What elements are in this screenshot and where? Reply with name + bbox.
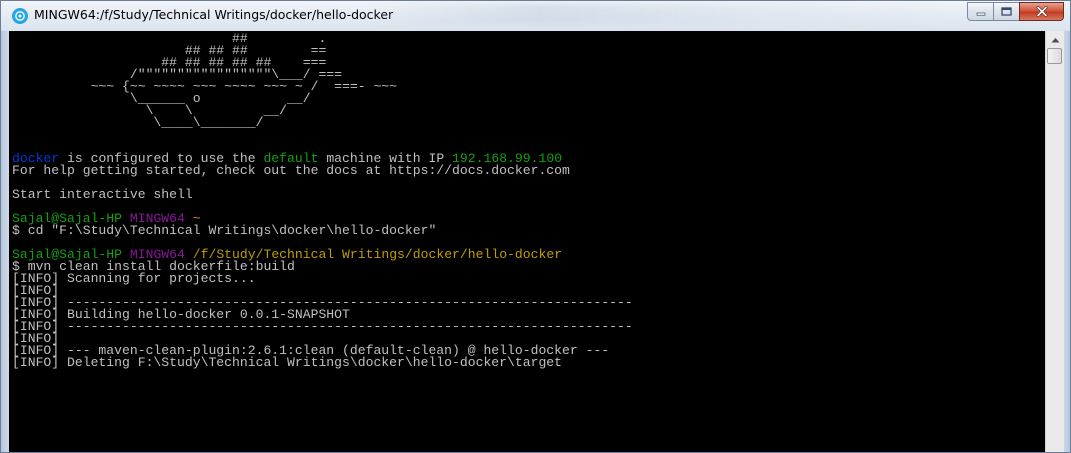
terminal-line: \____\_______/ — [12, 115, 633, 130]
terminal-text-segment: \____\_______/ — [12, 115, 264, 130]
title-bar-glass — [361, 3, 951, 25]
terminal-window: MINGW64:/f/Study/Technical Writings/dock… — [0, 0, 1071, 453]
close-icon — [1036, 6, 1047, 17]
terminal-line: [INFO] Deleting F:\Study\Technical Writi… — [12, 355, 633, 370]
terminal-output[interactable]: ## . ## ## ## == ## ## ## ## ## === /"""… — [9, 31, 1045, 452]
terminal-line: [INFO] ---------------------------------… — [12, 319, 633, 334]
maximize-button[interactable] — [993, 2, 1019, 21]
maximize-icon — [1001, 7, 1012, 16]
git-bash-icon[interactable] — [12, 8, 28, 24]
terminal-line: [INFO] Scanning for projects... — [12, 272, 633, 285]
window-frame-left — [1, 31, 9, 452]
scroll-up-arrow-icon — [1051, 37, 1059, 42]
terminal-text: ## . ## ## ## == ## ## ## ## ## === /"""… — [12, 32, 633, 370]
scroll-up-button[interactable] — [1046, 31, 1064, 48]
terminal-line: For help getting started, check out the … — [12, 163, 633, 178]
terminal-text-segment: [INFO] ---------------------------------… — [12, 319, 633, 334]
scroll-thumb[interactable] — [1047, 48, 1062, 64]
terminal-text-segment: Start interactive shell — [12, 187, 193, 202]
terminal-line: $ cd "F:\Study\Technical Writings\docker… — [12, 223, 633, 238]
window-title: MINGW64:/f/Study/Technical Writings/dock… — [34, 7, 394, 22]
terminal-text-segment: $ cd "F:\Study\Technical Writings\docker… — [12, 223, 437, 238]
vertical-scrollbar[interactable] — [1045, 31, 1064, 452]
minimize-button[interactable] — [967, 2, 993, 21]
window-frame-right — [1064, 31, 1070, 452]
terminal-text-segment: [INFO] Deleting F:\Study\Technical Writi… — [12, 355, 563, 370]
window-controls — [967, 2, 1064, 21]
close-button[interactable] — [1019, 2, 1064, 21]
terminal-text-segment: For help getting started, check out the … — [12, 163, 570, 178]
terminal-line: Start interactive shell — [12, 187, 633, 202]
minimize-icon — [976, 12, 985, 16]
title-bar[interactable]: MINGW64:/f/Study/Technical Writings/dock… — [1, 1, 1070, 31]
